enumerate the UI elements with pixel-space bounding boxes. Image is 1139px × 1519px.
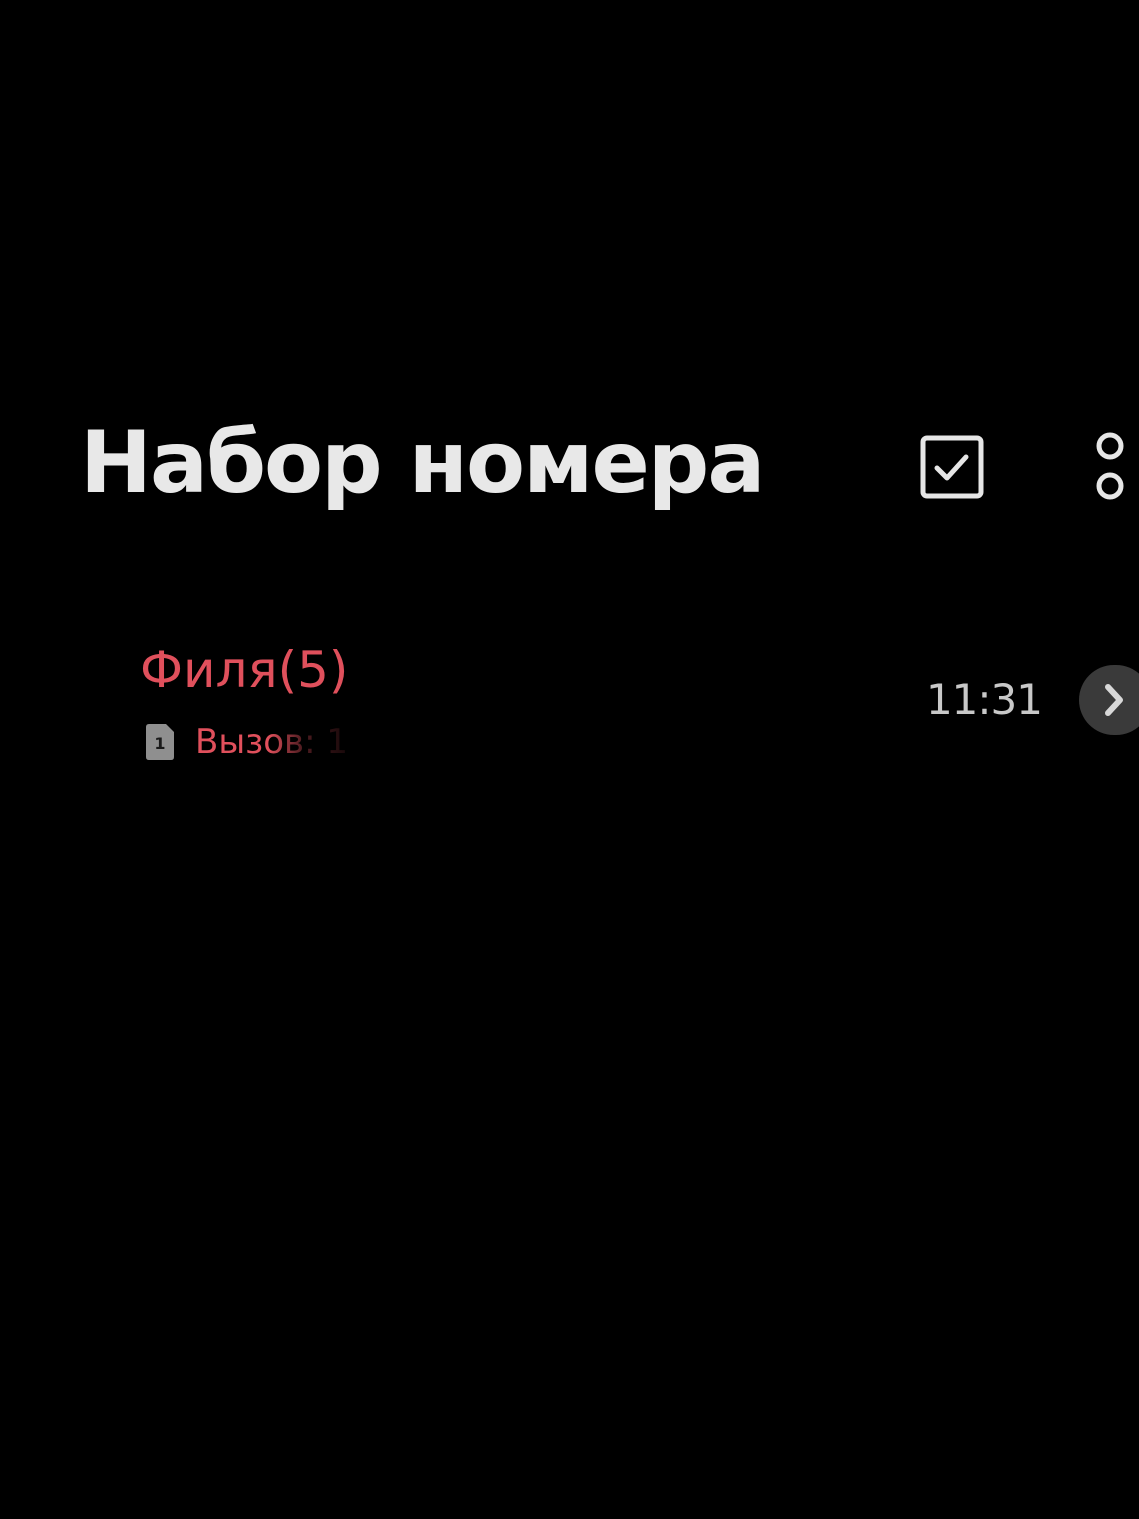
sim-1-icon: 1 (146, 724, 174, 760)
call-details-button[interactable] (1079, 665, 1139, 735)
chevron-right-icon (1105, 684, 1123, 716)
recent-call-item[interactable]: Филя(5) 1 Вызов: 1 11:31 (0, 620, 1139, 770)
call-time: 11:31 (925, 675, 1043, 724)
contact-name: Филя(5) (140, 641, 349, 699)
page-title: Набор номера (80, 413, 765, 513)
call-type-label: Вызов: 1 (195, 722, 348, 762)
sim-slot-label: 1 (154, 734, 165, 753)
more-vertical-icon (1096, 432, 1124, 500)
call-meta: 1 Вызов: 1 (143, 720, 348, 764)
select-button[interactable] (913, 428, 991, 506)
checkbox-checked-icon (920, 435, 984, 499)
more-options-button[interactable] (1086, 426, 1139, 506)
